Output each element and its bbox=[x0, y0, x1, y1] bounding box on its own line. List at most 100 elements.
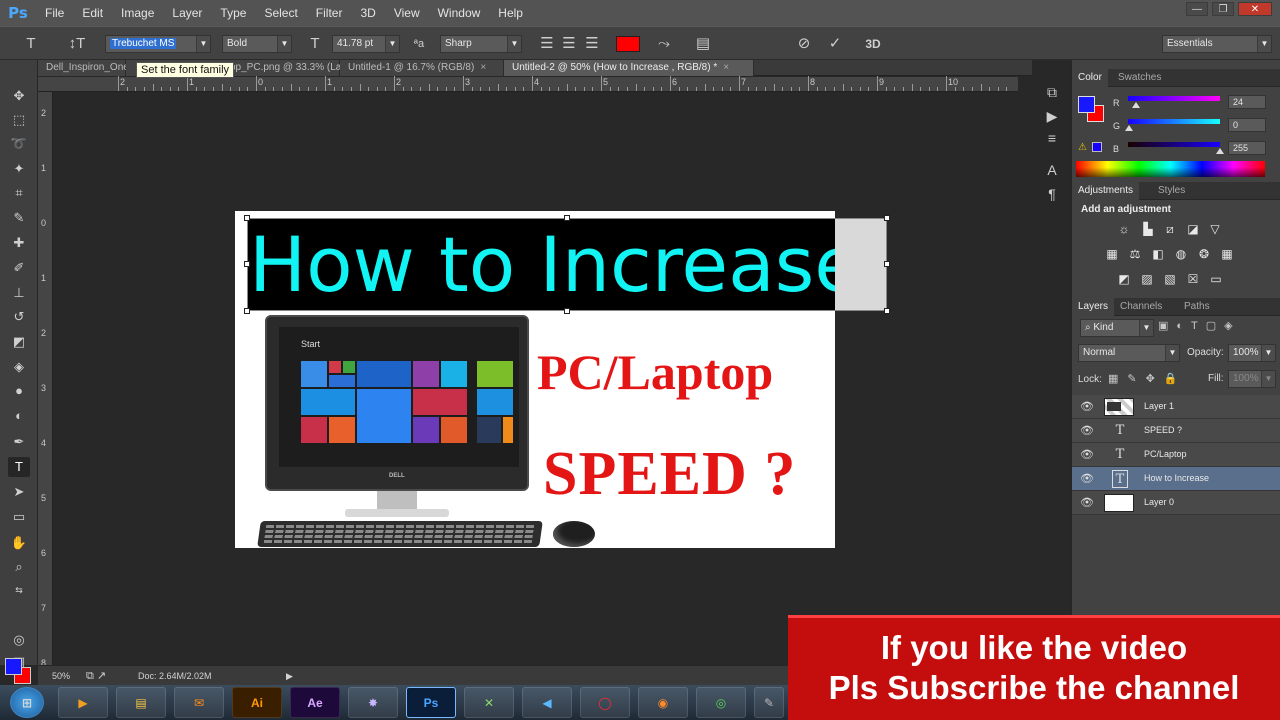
eyedropper-tool-icon[interactable]: ✎ bbox=[8, 208, 30, 228]
lasso-tool-icon[interactable]: ➰ bbox=[8, 134, 30, 154]
green-slider-thumb[interactable] bbox=[1125, 125, 1133, 131]
type-tool-preset-icon[interactable]: T bbox=[20, 34, 42, 54]
tab-untitled-2[interactable]: Untitled-2 @ 50% (How to Increase , RGB/… bbox=[504, 60, 754, 76]
green-value-input[interactable]: 0 bbox=[1228, 118, 1266, 132]
dodge-tool-icon[interactable]: ◐ bbox=[8, 406, 30, 426]
pen-app-icon[interactable]: ✎ bbox=[754, 687, 784, 718]
media-player-icon[interactable]: ▶ bbox=[58, 687, 108, 718]
properties-panel-icon[interactable]: ≡ bbox=[1042, 128, 1062, 148]
color-panel-foreground-swatch[interactable] bbox=[1078, 96, 1095, 113]
tab-untitled-1[interactable]: Untitled-1 @ 16.7% (RGB/8) × bbox=[340, 60, 504, 76]
exposure-icon[interactable]: ◪ bbox=[1185, 222, 1201, 236]
toggle-text-orientation-icon[interactable]: ↕T bbox=[66, 34, 88, 54]
brightness-contrast-icon[interactable]: ☼ bbox=[1116, 222, 1132, 236]
zoom-level[interactable]: 50% bbox=[52, 666, 70, 686]
zoom-tool-icon[interactable]: ⌕ bbox=[8, 557, 30, 577]
commit-edits-icon[interactable]: ✓ bbox=[824, 34, 846, 54]
opacity-input[interactable]: 100% ▼ bbox=[1228, 344, 1276, 362]
actions-panel-icon[interactable]: ▶ bbox=[1042, 106, 1062, 126]
fill-input[interactable]: 100% ▼ bbox=[1228, 370, 1276, 388]
pen-tool-icon[interactable]: ✒ bbox=[8, 432, 30, 452]
rectangle-tool-icon[interactable]: ▭ bbox=[8, 507, 30, 527]
hue-saturation-icon[interactable]: ▦ bbox=[1104, 247, 1120, 261]
title-text-layer[interactable]: How to Increase bbox=[249, 219, 835, 311]
menu-window[interactable]: Window bbox=[429, 0, 490, 26]
align-right-icon[interactable]: ☰ bbox=[581, 34, 603, 54]
font-family-dropdown[interactable]: Trebuchet MS ▼ bbox=[105, 35, 211, 53]
menu-view[interactable]: View bbox=[385, 0, 429, 26]
workspace-dropdown[interactable]: Essentials ▼ bbox=[1162, 35, 1272, 53]
black-white-icon[interactable]: ◧ bbox=[1150, 247, 1166, 261]
warp-text-icon[interactable]: ⤳ bbox=[653, 34, 675, 54]
magic-wand-tool-icon[interactable]: ✦ bbox=[8, 159, 30, 179]
photo-filter-icon[interactable]: ◍ bbox=[1173, 247, 1189, 261]
menu-image[interactable]: Image bbox=[112, 0, 163, 26]
hand-tool-icon[interactable]: ✋ bbox=[8, 533, 30, 553]
eye-icon[interactable]: 👁 bbox=[1080, 401, 1094, 413]
font-style-dropdown[interactable]: Bold ▼ bbox=[222, 35, 292, 53]
menu-type[interactable]: Type bbox=[211, 0, 255, 26]
red-slider[interactable] bbox=[1128, 96, 1220, 101]
antialias-dropdown[interactable]: Sharp ▼ bbox=[440, 35, 522, 53]
default-colors-icon[interactable]: ⇆ bbox=[8, 580, 30, 600]
pc-laptop-text-layer[interactable]: PC/Laptop bbox=[537, 343, 773, 401]
tab-paths[interactable]: Paths bbox=[1178, 298, 1216, 316]
vibrance-icon[interactable]: ▽ bbox=[1207, 222, 1223, 236]
chrome-icon[interactable]: ◎ bbox=[696, 687, 746, 718]
start-button-icon[interactable]: ⊞ bbox=[10, 687, 44, 718]
layer-row-speed[interactable]: 👁 T SPEED ? bbox=[1072, 419, 1280, 443]
tab-layers[interactable]: Layers bbox=[1072, 298, 1115, 316]
gradient-map-icon[interactable]: ▭ bbox=[1208, 272, 1224, 286]
menu-help[interactable]: Help bbox=[489, 0, 532, 26]
threshold-icon[interactable]: ▧ bbox=[1162, 272, 1178, 286]
menu-3d[interactable]: 3D bbox=[351, 0, 384, 26]
color-lookup-icon[interactable]: ▦ bbox=[1219, 247, 1235, 261]
history-brush-tool-icon[interactable]: ↺ bbox=[8, 307, 30, 327]
blend-mode-dropdown[interactable]: Normal ▼ bbox=[1078, 344, 1180, 362]
layer-row-layer-1[interactable]: 👁 Layer 1 bbox=[1072, 395, 1280, 419]
status-menu-arrow-icon[interactable]: ▶ bbox=[286, 666, 293, 686]
menu-layer[interactable]: Layer bbox=[163, 0, 211, 26]
red-slider-thumb[interactable] bbox=[1132, 102, 1140, 108]
type-tool-icon[interactable]: T bbox=[8, 457, 30, 477]
blue-slider[interactable] bbox=[1128, 142, 1220, 147]
green-slider[interactable] bbox=[1128, 119, 1220, 124]
close-icon[interactable]: × bbox=[723, 62, 729, 73]
tab-adjustments[interactable]: Adjustments bbox=[1072, 182, 1140, 200]
menu-file[interactable]: File bbox=[36, 0, 73, 26]
curves-icon[interactable]: ⧄ bbox=[1162, 222, 1178, 236]
paint-bucket-tool-icon[interactable]: ◈ bbox=[8, 357, 30, 377]
menu-select[interactable]: Select bbox=[255, 0, 306, 26]
selective-color-icon[interactable]: ☒ bbox=[1185, 272, 1201, 286]
excel-icon[interactable]: ✕ bbox=[464, 687, 514, 718]
eye-icon[interactable]: 👁 bbox=[1080, 497, 1094, 509]
layer-row-how-to-increase[interactable]: 👁 T How to Increase bbox=[1072, 467, 1280, 491]
eye-icon[interactable]: 👁 bbox=[1080, 473, 1094, 485]
align-center-icon[interactable]: ☰ bbox=[558, 34, 580, 54]
menu-filter[interactable]: Filter bbox=[307, 0, 352, 26]
close-button[interactable]: ✕ bbox=[1238, 2, 1272, 16]
vertical-ruler[interactable]: 21012345678 bbox=[38, 92, 53, 668]
move-tool-icon[interactable]: ✥ bbox=[8, 86, 30, 106]
levels-icon[interactable]: ▙ bbox=[1140, 222, 1156, 236]
menu-edit[interactable]: Edit bbox=[73, 0, 112, 26]
blue-value-input[interactable]: 255 bbox=[1228, 141, 1266, 155]
lock-icons[interactable]: ▦✎✥🔒 bbox=[1108, 372, 1187, 385]
layer-filter-dropdown[interactable]: ⌕ Kind ▼ bbox=[1080, 319, 1154, 337]
history-panel-icon[interactable]: ⧉ bbox=[1042, 82, 1062, 102]
font-size-dropdown[interactable]: 41.78 pt ▼ bbox=[332, 35, 400, 53]
photoshop-taskbar-icon[interactable]: Ps bbox=[406, 687, 456, 718]
brush-tool-icon[interactable]: ✐ bbox=[8, 258, 30, 278]
opera-icon[interactable]: ◯ bbox=[580, 687, 630, 718]
path-selection-tool-icon[interactable]: ➤ bbox=[8, 482, 30, 502]
premiere-icon[interactable]: ✸ bbox=[348, 687, 398, 718]
web-safe-swatch[interactable] bbox=[1092, 142, 1102, 152]
character-panel-icon[interactable]: A bbox=[1042, 160, 1062, 180]
invert-icon[interactable]: ◩ bbox=[1116, 272, 1132, 286]
crop-tool-icon[interactable]: ⌗ bbox=[8, 183, 30, 203]
paragraph-panel-icon[interactable]: ¶ bbox=[1042, 184, 1062, 204]
red-value-input[interactable]: 24 bbox=[1228, 95, 1266, 109]
3d-extrude-button[interactable]: 3D bbox=[862, 34, 884, 54]
file-explorer-icon[interactable]: ▤ bbox=[116, 687, 166, 718]
firefox-icon[interactable]: ◉ bbox=[638, 687, 688, 718]
